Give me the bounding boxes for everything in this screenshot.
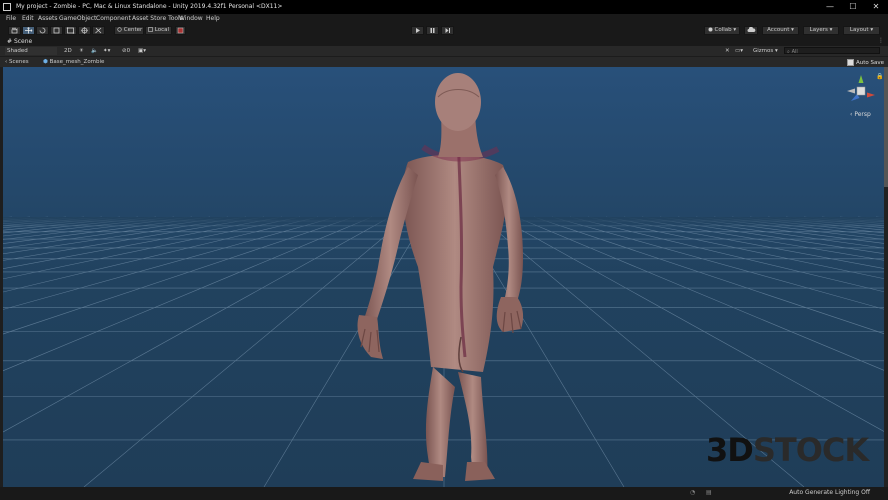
play-button[interactable]: [411, 26, 424, 35]
effects-toggle-icon[interactable]: ✦▾: [103, 47, 110, 55]
local-space-icon: [148, 27, 153, 32]
projection-label: Persp: [854, 111, 871, 118]
collab-icon: [708, 27, 713, 32]
menu-window[interactable]: Window: [179, 15, 203, 22]
menu-edit[interactable]: Edit: [22, 15, 34, 22]
watermark-part1: 3D: [706, 431, 754, 469]
collab-label: Collab ▾: [714, 27, 737, 33]
scene-search-field[interactable]: ⌕ All: [784, 47, 880, 55]
audio-toggle-icon[interactable]: 🔈: [91, 47, 98, 55]
space-label: Local: [154, 27, 170, 33]
minimize-button[interactable]: —: [823, 2, 837, 12]
cloud-icon: [747, 26, 755, 32]
pivot-label: Center: [123, 27, 143, 33]
close-button[interactable]: ✕: [869, 2, 883, 12]
move-tool-icon[interactable]: [22, 26, 35, 35]
space-toggle[interactable]: Local: [145, 26, 172, 35]
account-dropdown[interactable]: Account ▾: [762, 26, 799, 35]
projection-toggle[interactable]: ‹ Persp: [850, 111, 871, 118]
pivot-center-icon: [117, 27, 122, 32]
tab-scene[interactable]: # Scene: [3, 37, 36, 46]
transform-tool-icon[interactable]: [78, 26, 91, 35]
scene-tab-label: Scene: [13, 38, 33, 45]
menu-bar: File Edit Assets GameObject Component As…: [0, 14, 888, 24]
search-icon: ⌕: [787, 49, 790, 55]
maximize-button[interactable]: ☐: [846, 2, 860, 12]
menu-component[interactable]: Component: [96, 15, 131, 22]
menu-assets[interactable]: Assets: [38, 15, 58, 22]
hidden-count: 0: [126, 48, 131, 54]
search-placeholder: All: [791, 49, 798, 55]
gizmo-center[interactable]: [856, 86, 866, 96]
scene-control-bar: Shaded 2D ☀ 🔈 ✦▾ ⊘0 ▣▾ ✕ ▭▾ Gizmos ▾ ⌕ A…: [0, 46, 888, 56]
watermark-logo: 3DSTOCK: [706, 431, 869, 469]
scene-tab-icon: #: [7, 38, 13, 45]
pause-button[interactable]: [426, 26, 439, 35]
hand-tool-icon[interactable]: [8, 26, 21, 35]
tab-menu-icon[interactable]: ⋮: [878, 37, 884, 44]
scrollbar-thumb[interactable]: [884, 67, 888, 187]
status-message: Auto Generate Lighting Off: [789, 489, 870, 496]
rotate-tool-icon[interactable]: [36, 26, 49, 35]
prefab-icon: ⬢: [43, 59, 48, 65]
scenes-label: Scenes: [8, 59, 29, 65]
custom-tool-icon[interactable]: [92, 26, 105, 35]
gizmos-dropdown[interactable]: Gizmos ▾: [753, 47, 778, 55]
gizmo-lock-icon[interactable]: 🔒: [876, 72, 883, 80]
object-name: Base_mesh_Zombie: [49, 59, 105, 65]
auto-save-checkbox[interactable]: [846, 59, 854, 66]
progress-icon: ◔: [690, 489, 696, 496]
hidden-objects-toggle[interactable]: ⊘0: [122, 47, 130, 55]
status-bar: Auto Generate Lighting Off ◔ ▤: [0, 487, 888, 500]
scene-viewport[interactable]: 🔒 ‹ Persp: [3, 67, 885, 487]
rect-tool-icon[interactable]: [64, 26, 77, 35]
console-icon[interactable]: ▤: [706, 489, 712, 496]
menu-file[interactable]: File: [6, 15, 16, 22]
step-button[interactable]: [441, 26, 454, 35]
tools-overlay-icon[interactable]: ✕: [725, 47, 730, 55]
auto-save-label: Auto Save: [855, 60, 884, 66]
prefab-breadcrumb[interactable]: ⬢ Base_mesh_Zombie: [43, 58, 104, 66]
main-toolbar: Center Local Collab ▾ Account ▾ Layers ▾…: [0, 24, 888, 37]
mode-2d-toggle[interactable]: 2D: [64, 47, 72, 55]
menu-asset-store-tools[interactable]: Asset Store Tools: [132, 15, 183, 22]
unity-logo-icon: [3, 3, 11, 11]
draw-mode-dropdown[interactable]: Shaded: [5, 47, 57, 55]
render-settings-icon[interactable]: ▭▾: [735, 47, 743, 55]
pivot-toggle[interactable]: Center: [114, 26, 144, 35]
scene-breadcrumb-bar: ‹ Scenes ⬢ Base_mesh_Zombie Auto Save: [0, 56, 888, 67]
scenes-back-button[interactable]: ‹ Scenes: [5, 58, 29, 66]
scale-tool-icon[interactable]: [50, 26, 63, 35]
window-title: My project - Zombie - PC, Mac & Linux St…: [16, 3, 283, 10]
menu-gameobject[interactable]: GameObject: [59, 15, 96, 22]
auto-save-toggle[interactable]: Auto Save: [846, 59, 884, 66]
viewport-render: 🔒: [3, 67, 885, 487]
menu-help[interactable]: Help: [206, 15, 220, 22]
layers-dropdown[interactable]: Layers ▾: [803, 26, 839, 35]
snap-settings-icon[interactable]: [175, 26, 186, 35]
title-bar: My project - Zombie - PC, Mac & Linux St…: [0, 0, 888, 14]
watermark-part2: STOCK: [752, 431, 869, 469]
camera-settings-icon[interactable]: ▣▾: [138, 47, 146, 55]
viewport-scrollbar[interactable]: [884, 67, 888, 487]
lighting-toggle-icon[interactable]: ☀: [79, 47, 84, 55]
collab-button[interactable]: Collab ▾: [704, 26, 740, 35]
cloud-button[interactable]: [744, 26, 758, 35]
tab-strip: # Scene ⋮: [0, 37, 888, 46]
layout-dropdown[interactable]: Layout ▾: [843, 26, 880, 35]
